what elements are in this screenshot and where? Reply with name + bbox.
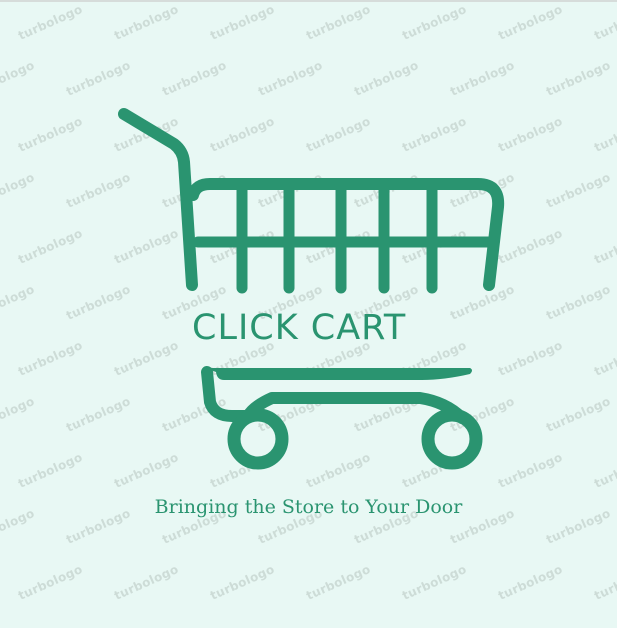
tagline: Bringing the Store to Your Door <box>154 496 463 518</box>
cart-chassis-top <box>205 368 472 380</box>
cart-wheel-left <box>227 408 289 470</box>
brand-name: CLICK CART <box>192 308 407 348</box>
cart-handle <box>118 108 198 291</box>
cart-wheel-right <box>421 408 483 470</box>
